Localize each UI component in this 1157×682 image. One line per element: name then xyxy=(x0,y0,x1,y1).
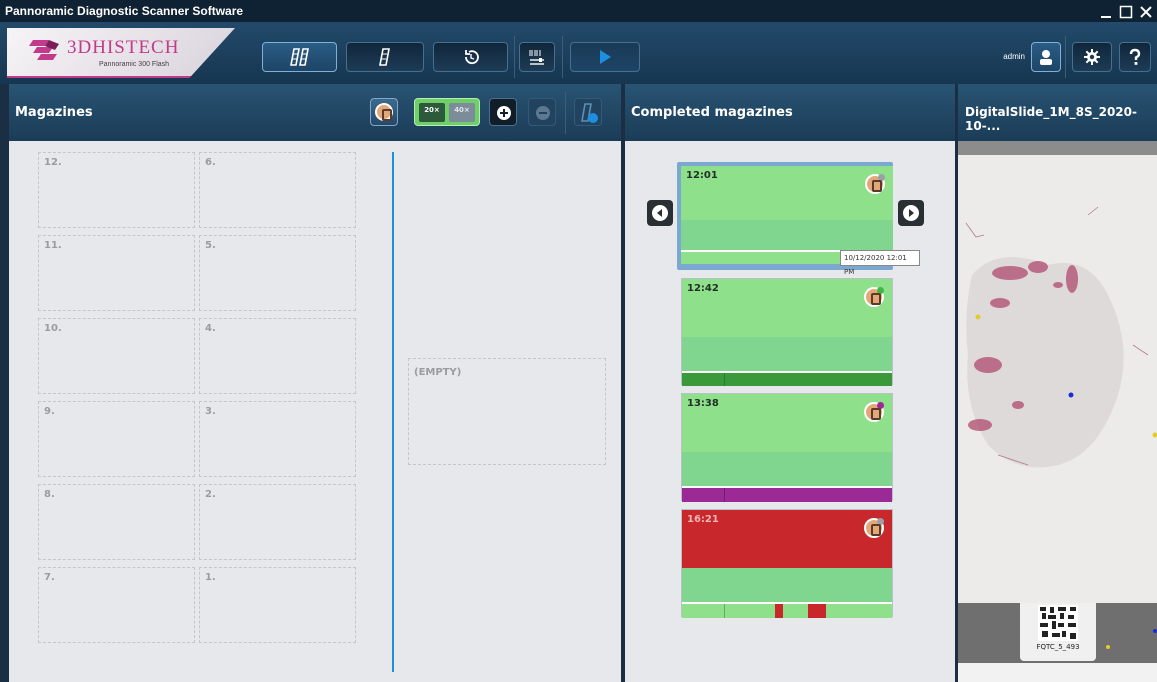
magazine-2-slide-bar xyxy=(682,373,892,386)
logo-brand: 3DHISTECH xyxy=(67,37,180,58)
failed-slide-marker xyxy=(775,604,783,618)
magazine-slot-3[interactable]: 3. xyxy=(199,401,356,477)
brand-logo: 3DHISTECH Pannoramic 300 Flash xyxy=(7,28,235,78)
slide-scan-image[interactable] xyxy=(958,155,1157,603)
tissue-scan-graphic xyxy=(958,155,1157,603)
barcode-icon xyxy=(529,50,544,65)
magazine-slot-12[interactable]: 12. xyxy=(38,152,195,228)
app-window: Pannoramic Diagnostic Scanner Software 3… xyxy=(0,0,1157,682)
preview-header: DigitalSlide_1M_8S_2020-10-... xyxy=(958,84,1157,141)
magazine-slot-11[interactable]: 11. xyxy=(38,235,195,311)
previous-magazine-button[interactable] xyxy=(647,200,673,226)
magazine-1-time: 12:01 xyxy=(686,170,718,181)
completed-magazine-4[interactable]: 16:21 xyxy=(681,509,893,618)
plus-circle-icon xyxy=(497,106,511,120)
completed-magazine-2[interactable]: 12:42 xyxy=(681,278,893,386)
magazine-4-time: 16:21 xyxy=(687,514,719,525)
magazine-slot-7[interactable]: 7. xyxy=(38,567,195,643)
magazines-panel: Magazines 20× 40× 12. 6. 11. 5. 10. 4. 9… xyxy=(9,84,621,682)
magazine-slot-2[interactable]: 2. xyxy=(199,484,356,560)
maximize-icon[interactable] xyxy=(1119,4,1133,19)
magazine-3-slide-bar xyxy=(682,488,892,502)
magazine-slot-9[interactable]: 9. xyxy=(38,401,195,477)
magazines-icon xyxy=(289,48,309,66)
qr-code-icon xyxy=(1038,605,1078,641)
gear-icon xyxy=(1084,49,1100,65)
remove-magazine-button[interactable] xyxy=(528,98,556,126)
slide-label-area: FQTC_5_493 xyxy=(958,603,1157,663)
user-button[interactable] xyxy=(1031,42,1061,72)
history-button[interactable] xyxy=(433,42,508,72)
magazine-4-badge-icon xyxy=(864,518,884,538)
magazine-4-status-dot xyxy=(877,518,884,525)
logo-model: Pannoramic 300 Flash xyxy=(99,61,170,68)
magazine-eject-icon xyxy=(581,103,598,123)
barcode-text: FQTC_5_493 xyxy=(1036,643,1080,651)
magazine-slot-5[interactable]: 5. xyxy=(199,235,356,311)
slide-icon xyxy=(379,48,390,66)
magazine-icon xyxy=(375,103,393,121)
magazine-2-time: 12:42 xyxy=(687,283,719,294)
close-icon[interactable] xyxy=(1139,4,1153,18)
barcode-label: FQTC_5_493 xyxy=(1020,603,1096,661)
magazine-slot-1[interactable]: 1. xyxy=(199,567,356,643)
minus-circle-icon xyxy=(536,106,550,120)
slide-view-button[interactable] xyxy=(346,42,424,72)
magazine-3-time: 13:38 xyxy=(687,398,719,409)
magazines-title: Magazines xyxy=(15,105,93,120)
magazine-4-slide-bar xyxy=(682,604,892,618)
magazine-3-status-dot xyxy=(877,402,884,409)
window-title: Pannoramic Diagnostic Scanner Software xyxy=(5,4,244,18)
magazine-slot-6[interactable]: 6. xyxy=(199,152,356,228)
user-icon xyxy=(1040,50,1052,65)
main-toolbar: 3DHISTECH Pannoramic 300 Flash admin xyxy=(0,22,1157,84)
arrow-left-icon xyxy=(657,209,662,217)
slide-preview-panel: DigitalSlide_1M_8S_2020-10-... FQTC_5_49… xyxy=(958,84,1157,682)
magazine-info-button[interactable] xyxy=(370,98,398,126)
magazine-1-badge-icon xyxy=(865,174,885,194)
header-separator xyxy=(565,92,566,134)
play-icon xyxy=(600,50,611,64)
help-icon xyxy=(1129,48,1141,65)
toolbar-separator xyxy=(1065,36,1066,78)
completed-title: Completed magazines xyxy=(631,105,793,120)
magazine-2-badge-icon xyxy=(864,287,884,307)
objective-40x-button[interactable]: 40× xyxy=(449,103,475,122)
title-bar: Pannoramic Diagnostic Scanner Software xyxy=(0,0,1157,22)
minimize-icon[interactable] xyxy=(1099,4,1113,18)
empty-magazine-slot[interactable]: (EMPTY) xyxy=(408,358,606,465)
magazine-slot-10[interactable]: 10. xyxy=(38,318,195,394)
magazine-1-status-dot xyxy=(878,174,885,181)
completed-magazine-3[interactable]: 13:38 xyxy=(681,393,893,502)
loader-divider xyxy=(392,152,394,672)
magazine-slot-8[interactable]: 8. xyxy=(38,484,195,560)
settings-button[interactable] xyxy=(1072,42,1112,72)
magazines-view-button[interactable] xyxy=(262,42,337,72)
magazine-tooltip: 10/12/2020 12:01 PM xyxy=(840,250,920,276)
toolbar-separator xyxy=(514,36,515,78)
toolbar-separator xyxy=(562,36,563,78)
arrow-right-icon xyxy=(909,209,914,217)
add-magazine-button[interactable] xyxy=(489,98,517,126)
barcode-settings-button[interactable] xyxy=(519,42,555,72)
help-button[interactable] xyxy=(1119,42,1151,72)
magazine-2-status-dot xyxy=(877,287,884,294)
eject-magazine-button[interactable] xyxy=(574,98,602,126)
magazine-slot-4[interactable]: 4. xyxy=(199,318,356,394)
slide-name: DigitalSlide_1M_8S_2020-10-... xyxy=(965,105,1137,133)
magazines-header: Magazines 20× 40× xyxy=(9,84,621,141)
next-magazine-button[interactable] xyxy=(898,200,924,226)
failed-slide-marker xyxy=(808,604,826,618)
completed-header: Completed magazines xyxy=(625,84,955,141)
logo-mark-icon xyxy=(29,40,59,60)
start-scan-button[interactable] xyxy=(570,42,640,72)
objective-20x-button[interactable]: 20× xyxy=(419,103,445,122)
user-name: admin xyxy=(1003,52,1025,61)
objective-toggle[interactable]: 20× 40× xyxy=(414,98,480,126)
magazine-3-badge-icon xyxy=(864,402,884,422)
history-icon xyxy=(464,50,479,65)
